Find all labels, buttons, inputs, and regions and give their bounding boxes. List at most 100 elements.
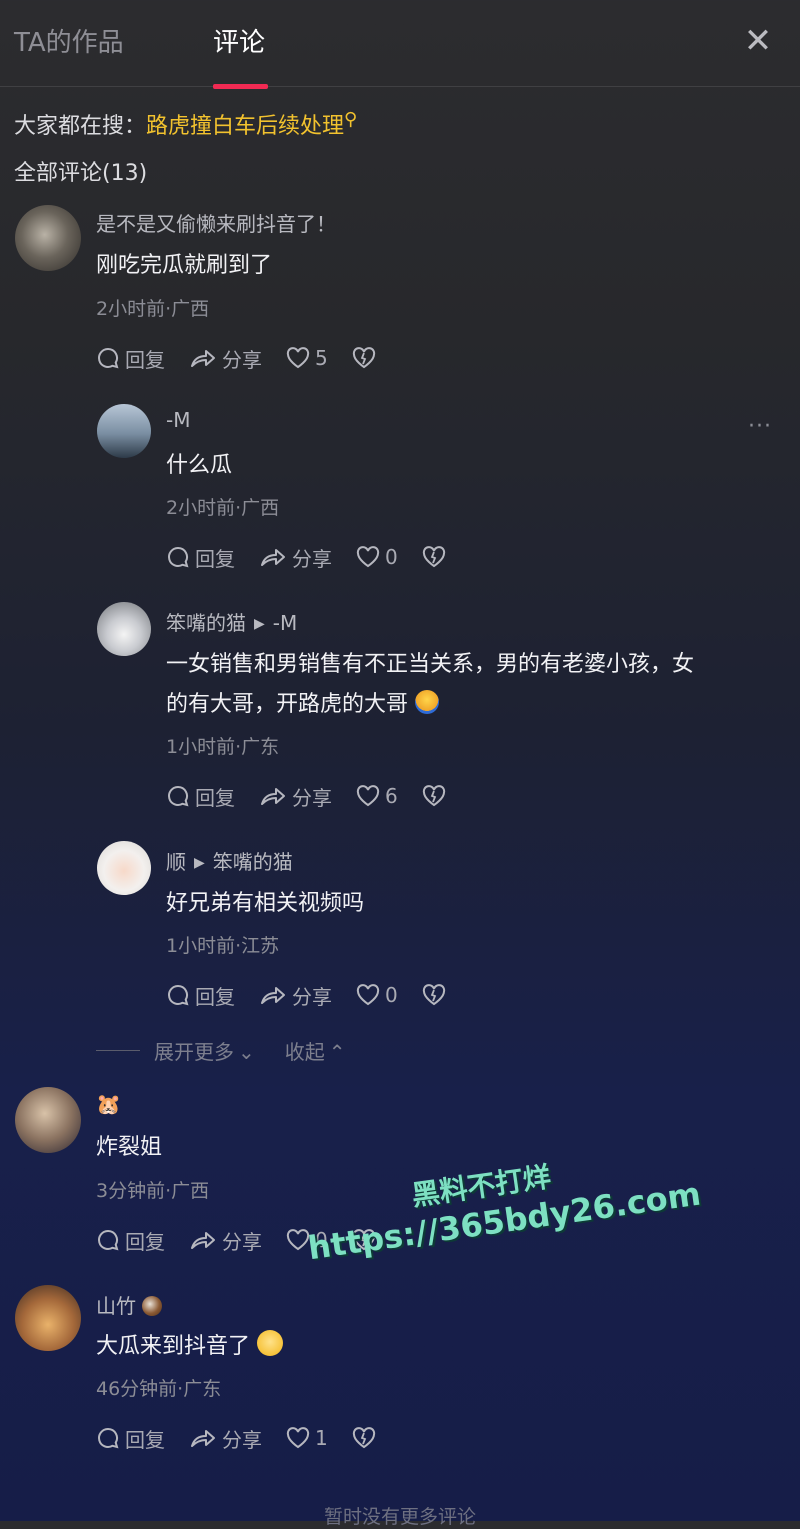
share-button[interactable]: 分享	[189, 1226, 262, 1255]
reply-label: 回复	[125, 1427, 165, 1452]
collapse-label: 收起	[284, 1040, 325, 1064]
comment-bubble-icon	[168, 785, 189, 807]
broken-heart-icon	[352, 347, 375, 369]
comment-author[interactable]: 是不是又偷懒来刷抖音了！	[96, 208, 336, 237]
comment-text: 好兄弟有相关视频吗	[166, 891, 365, 916]
avatar[interactable]	[15, 205, 81, 271]
comment-author[interactable]: -M	[166, 408, 190, 432]
reply-label: 回复	[125, 1229, 165, 1254]
emoji-icon	[415, 690, 440, 714]
dislike-button[interactable]	[352, 1427, 381, 1449]
no-more-comments-text: 暂时没有更多评论	[323, 1506, 476, 1528]
avatar[interactable]	[15, 1087, 81, 1153]
reply-button[interactable]: 回复	[96, 1226, 165, 1255]
share-arrow-icon	[261, 788, 285, 805]
heart-icon	[286, 1427, 310, 1449]
comment-text-continued: 的有大哥，开路虎的大哥	[166, 685, 440, 725]
reply-to-name[interactable]: -M	[273, 611, 297, 635]
watermark: 黑料不打烊 https://365bdy26.com	[300, 1135, 703, 1267]
like-button[interactable]: 0	[356, 983, 398, 1007]
heart-icon	[356, 785, 380, 807]
comment-actions: 回复 分享 0	[166, 981, 475, 1009]
trending-keyword[interactable]: 路虎撞白车后续处理	[146, 114, 344, 139]
share-button[interactable]: 分享	[259, 543, 332, 572]
reply-label: 回复	[195, 546, 235, 571]
heart-icon	[356, 546, 380, 568]
comment-author[interactable]: 顺 ▶ 笨嘴的猫	[166, 846, 293, 875]
like-count: 6	[385, 784, 398, 808]
comment-text: 什么瓜	[166, 453, 233, 478]
reply-arrow-icon: ▶	[194, 855, 205, 871]
like-button[interactable]: 0	[356, 545, 398, 569]
share-label: 分享	[222, 1427, 262, 1452]
like-button[interactable]: 5	[286, 346, 328, 370]
avatar[interactable]	[97, 404, 151, 458]
emoji-icon	[257, 1330, 284, 1356]
broken-heart-icon	[422, 546, 445, 568]
coconut-emoji-icon	[142, 1296, 163, 1316]
reply-button[interactable]: 回复	[96, 1424, 165, 1453]
comment-bubble-icon	[168, 546, 189, 568]
comment-author[interactable]: 山竹	[96, 1290, 163, 1319]
comment-text: 刚吃完瓜就刷到了	[96, 253, 273, 278]
share-button[interactable]: 分享	[189, 1424, 262, 1453]
share-button[interactable]: 分享	[259, 981, 332, 1010]
like-count: 0	[385, 983, 398, 1007]
like-button[interactable]: 6	[356, 784, 398, 808]
reply-button[interactable]: 回复	[166, 543, 235, 572]
reply-button[interactable]: 回复	[166, 782, 235, 811]
search-icon: ⚲	[344, 109, 358, 130]
comment-meta: 1小时前·江苏	[166, 935, 280, 957]
comment-text-line: 的有大哥，开路虎的大哥	[166, 692, 409, 717]
more-dots-icon[interactable]: ···	[748, 414, 772, 439]
tab-comments[interactable]: 评论	[213, 22, 265, 59]
reply-label: 回复	[195, 984, 235, 1009]
dislike-button[interactable]	[422, 785, 451, 807]
broken-heart-icon	[352, 1427, 375, 1449]
like-button[interactable]: 1	[286, 1426, 328, 1450]
broken-heart-icon	[422, 785, 445, 807]
comment-meta: 46分钟前·广东	[96, 1378, 222, 1400]
comment-bubble-icon	[98, 1427, 119, 1449]
comment-meta: 3分钟前·广西	[96, 1180, 210, 1202]
active-tab-indicator	[213, 84, 268, 89]
reply-button[interactable]: 回复	[96, 344, 165, 373]
comment-meta: 2小时前·广西	[166, 497, 280, 519]
author-name[interactable]: 顺	[166, 850, 186, 874]
share-arrow-icon	[191, 1430, 215, 1447]
trending-search[interactable]: 大家都在搜：路虎撞白车后续处理⚲	[14, 108, 357, 140]
comment-meta: 2小时前·广西	[96, 298, 210, 320]
like-count: 1	[315, 1426, 328, 1450]
share-arrow-icon	[261, 987, 285, 1004]
comment-text-line: 大瓜来到抖音了	[96, 1334, 251, 1359]
reply-label: 回复	[195, 785, 235, 810]
avatar[interactable]	[97, 841, 151, 895]
comment-actions: 回复 分享 6	[166, 782, 475, 810]
expand-more-button[interactable]: 展开更多 ⌄	[154, 1036, 255, 1065]
comment-count: 全部评论(13)	[14, 161, 148, 186]
share-button[interactable]: 分享	[189, 344, 262, 373]
share-arrow-icon	[191, 350, 215, 367]
avatar[interactable]	[97, 602, 151, 656]
comment-actions: 回复 分享 1	[96, 1424, 405, 1452]
comment-text: 大瓜来到抖音了	[96, 1327, 284, 1367]
comment-text: 炸裂姐	[96, 1135, 163, 1160]
tab-works[interactable]: TA的作品	[14, 22, 124, 59]
reply-button[interactable]: 回复	[166, 981, 235, 1010]
dislike-button[interactable]	[422, 546, 451, 568]
close-icon[interactable]: ✕	[740, 22, 776, 60]
trending-prefix: 大家都在搜：	[14, 114, 147, 139]
avatar[interactable]	[15, 1285, 81, 1351]
share-button[interactable]: 分享	[259, 782, 332, 811]
comment-author[interactable]: 🐹	[96, 1092, 121, 1116]
comment-author[interactable]: 笨嘴的猫 ▶ -M	[166, 607, 297, 636]
author-name[interactable]: 山竹	[96, 1294, 136, 1318]
dislike-button[interactable]	[352, 347, 381, 369]
collapse-button[interactable]: 收起 ⌃	[285, 1036, 346, 1065]
dislike-button[interactable]	[422, 984, 451, 1006]
comment-actions: 回复 分享 0	[166, 543, 475, 571]
comment-meta: 1小时前·广东	[166, 736, 280, 758]
reply-to-name[interactable]: 笨嘴的猫	[213, 850, 293, 874]
share-label: 分享	[292, 785, 332, 810]
author-name[interactable]: 笨嘴的猫	[166, 611, 246, 635]
